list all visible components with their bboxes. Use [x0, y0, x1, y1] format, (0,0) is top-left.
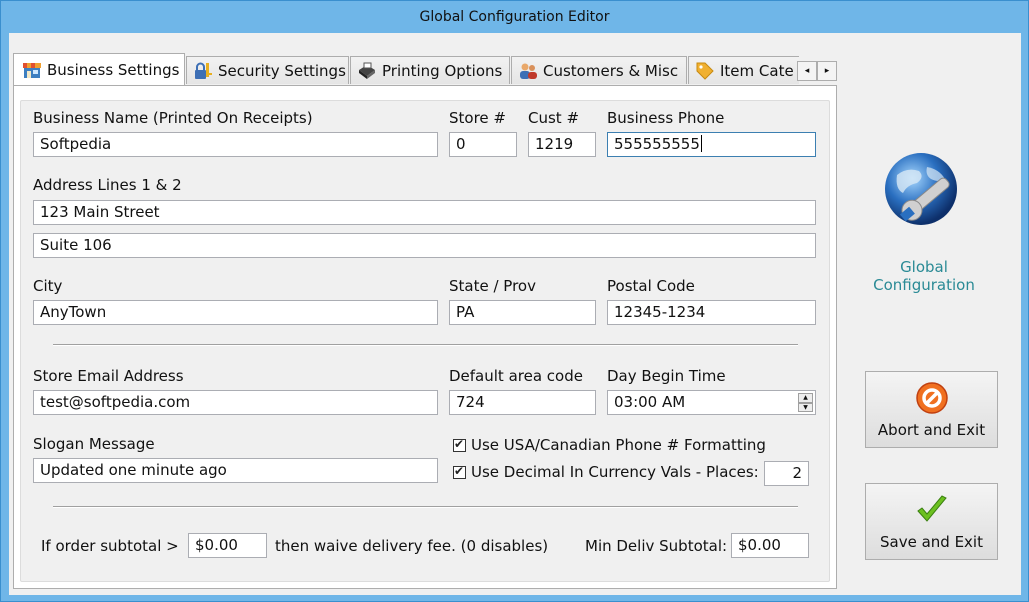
decimal-currency-label: Use Decimal In Currency Vals - Places: [471, 463, 759, 481]
default-area-code-field[interactable]: 724 [449, 390, 596, 415]
spin-up-button[interactable]: ▲ [798, 393, 813, 403]
business-groupbox: Business Name (Printed On Receipts) Soft… [20, 100, 830, 582]
store-email-label: Store Email Address [33, 367, 184, 385]
app-window: Global Configuration Editor Business Set… [0, 0, 1029, 602]
waive-delivery-field[interactable]: $0.00 [188, 533, 267, 558]
city-field[interactable]: AnyTown [33, 300, 438, 325]
address-line1-field[interactable]: 123 Main Street [33, 200, 816, 225]
text-caret [700, 135, 702, 152]
address-label: Address Lines 1 & 2 [33, 176, 182, 194]
cancel-icon [915, 382, 948, 414]
tab-label: Security Settings [218, 61, 346, 80]
tab-printing-options[interactable]: Printing Options [350, 56, 510, 84]
cust-number-field[interactable]: 1219 [528, 132, 596, 157]
day-begin-time-value: 03:00 AM [614, 393, 686, 411]
checkbox-checked[interactable] [453, 437, 466, 452]
tab-label: Item Cate [720, 61, 794, 80]
store-number-field[interactable]: 0 [449, 132, 517, 157]
business-settings-panel: Business Name (Printed On Receipts) Soft… [13, 85, 837, 589]
business-phone-label: Business Phone [607, 109, 725, 127]
decimal-currency-checkbox[interactable]: Use Decimal In Currency Vals - Places: [453, 463, 759, 481]
tab-strip: Business Settings Security Settings Prin… [13, 53, 799, 85]
business-phone-field[interactable]: 555555555 [607, 132, 816, 157]
tab-item-categories[interactable]: Item Cate [688, 56, 799, 84]
slogan-field[interactable]: Updated one minute ago [33, 458, 438, 483]
city-label: City [33, 277, 63, 295]
default-area-code-label: Default area code [449, 367, 583, 385]
section-divider [53, 344, 798, 346]
checkbox-checked[interactable] [453, 464, 466, 479]
tab-security-settings[interactable]: Security Settings [186, 56, 349, 84]
time-spinner[interactable]: ▲ ▼ [798, 393, 813, 412]
printer-icon [357, 61, 377, 81]
postal-code-field[interactable]: 12345-1234 [607, 300, 816, 325]
tab-label: Business Settings [47, 61, 180, 79]
delivery-prefix-label: If order subtotal > [41, 537, 179, 555]
checkmark-icon [916, 495, 947, 522]
business-name-field[interactable]: Softpedia [33, 132, 438, 157]
day-begin-time-field[interactable]: 03:00 AM ▲ ▼ [607, 390, 816, 415]
delivery-suffix-label: then waive delivery fee. (0 disables) [275, 537, 549, 555]
business-name-label: Business Name (Printed On Receipts) [33, 109, 313, 127]
tab-label: Printing Options [382, 61, 503, 80]
min-deliv-label: Min Deliv Subtotal: [585, 537, 728, 555]
global-configuration-label: Global Configuration [873, 258, 975, 294]
section-divider [53, 506, 798, 508]
state-field[interactable]: PA [449, 300, 596, 325]
business-phone-value: 555555555 [614, 135, 700, 153]
cust-number-label: Cust # [528, 109, 580, 127]
lock-key-icon [193, 61, 213, 81]
abort-label: Abort and Exit [877, 421, 986, 439]
postal-code-label: Postal Code [607, 277, 695, 295]
globe-wrench-icon [877, 145, 967, 235]
window-title: Global Configuration Editor [419, 9, 610, 25]
save-and-exit-button[interactable]: Save and Exit [865, 483, 998, 560]
day-begin-time-label: Day Begin Time [607, 367, 726, 385]
store-email-field[interactable]: test@softpedia.com [33, 390, 438, 415]
store-icon [22, 60, 42, 80]
phone-format-checkbox[interactable]: Use USA/Canadian Phone # Formatting [453, 436, 766, 454]
abort-and-exit-button[interactable]: Abort and Exit [865, 371, 998, 448]
users-icon [518, 61, 538, 81]
slogan-label: Slogan Message [33, 435, 155, 453]
tab-scroll-right-button[interactable]: ▸ [817, 61, 837, 81]
tab-label: Customers & Misc [543, 61, 679, 80]
tab-business-settings[interactable]: Business Settings [13, 53, 185, 85]
decimal-places-field[interactable]: 2 [764, 461, 809, 486]
tab-customers-misc[interactable]: Customers & Misc [511, 56, 687, 84]
min-deliv-subtotal-field[interactable]: $0.00 [731, 533, 809, 558]
spin-down-button[interactable]: ▼ [798, 402, 813, 412]
state-label: State / Prov [449, 277, 536, 295]
tag-icon [695, 61, 715, 81]
store-number-label: Store # [449, 109, 506, 127]
address-line2-field[interactable]: Suite 106 [33, 233, 816, 258]
save-label: Save and Exit [880, 533, 983, 551]
phone-format-label: Use USA/Canadian Phone # Formatting [471, 436, 766, 454]
tab-scroll-left-button[interactable]: ◂ [797, 61, 817, 81]
